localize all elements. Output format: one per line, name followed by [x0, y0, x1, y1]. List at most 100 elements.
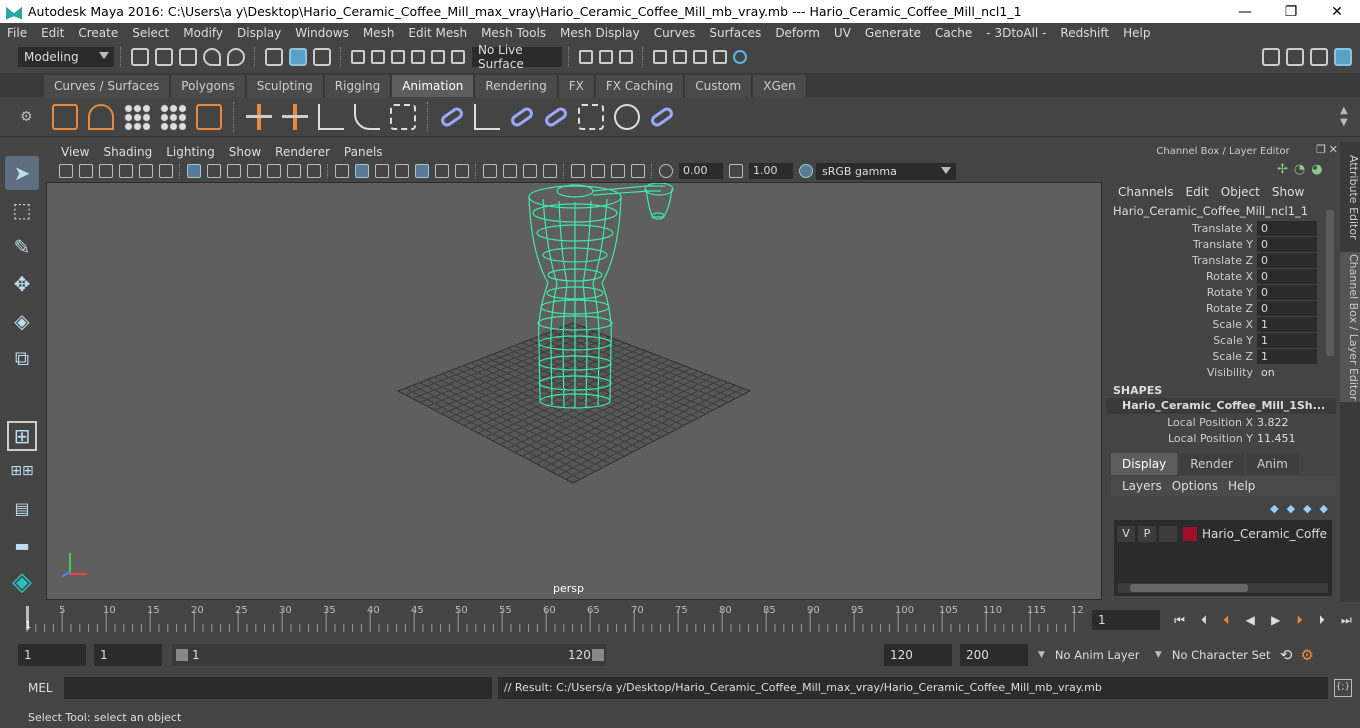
- screen-space-ao-icon[interactable]: [483, 164, 497, 178]
- range-slider[interactable]: 1 120: [172, 644, 606, 666]
- menu-deform[interactable]: Deform: [768, 26, 827, 40]
- single-perspective-layout-icon[interactable]: ⊞: [7, 421, 37, 451]
- shelf-scroll-icon[interactable]: ▲ ▼: [1340, 105, 1354, 129]
- move-layer-up-icon[interactable]: ◆: [1270, 502, 1278, 515]
- shelf-gear-icon[interactable]: ⚙: [20, 109, 40, 125]
- breakdown-key-icon[interactable]: [282, 103, 308, 130]
- go-to-start-icon[interactable]: ⏮: [1174, 613, 1185, 628]
- snap-curve-icon[interactable]: [371, 50, 385, 64]
- output-ops-icon[interactable]: [599, 50, 613, 64]
- select-component-icon[interactable]: [313, 48, 331, 66]
- tab-curves-surfaces[interactable]: Curves / Surfaces: [44, 75, 171, 97]
- exposure-field[interactable]: 0.00: [679, 163, 723, 179]
- film-gate-icon[interactable]: [207, 164, 221, 178]
- animation-preferences-icon[interactable]: ⚙: [1300, 646, 1313, 664]
- menu-uv[interactable]: UV: [827, 26, 858, 40]
- 2d-pan-zoom-icon[interactable]: [139, 164, 153, 178]
- range-handle-end[interactable]: [592, 649, 604, 661]
- viewport-menu-renderer[interactable]: Renderer: [268, 145, 337, 159]
- tab-display[interactable]: Display: [1111, 453, 1178, 475]
- attr-label[interactable]: Scale Z: [1106, 350, 1257, 363]
- attr-value[interactable]: 0: [1257, 252, 1317, 268]
- current-frame-field[interactable]: 1: [1092, 610, 1160, 630]
- anim-layer-dropdown[interactable]: No Anim Layer: [1048, 644, 1145, 666]
- color-management-icon[interactable]: [799, 164, 813, 178]
- toggle-attribute-editor-icon[interactable]: [1310, 48, 1328, 66]
- scale-constraint-icon[interactable]: [542, 104, 570, 129]
- start-time-field[interactable]: 1: [18, 644, 86, 666]
- playback-start-field[interactable]: 1: [94, 644, 162, 666]
- speed-icon[interactable]: ◔: [1294, 162, 1305, 180]
- safe-action-icon[interactable]: [287, 164, 301, 178]
- menu-redshift[interactable]: Redshift: [1053, 26, 1116, 40]
- render-settings-icon[interactable]: [693, 50, 707, 64]
- ik-handle-icon[interactable]: [318, 103, 344, 130]
- open-scene-icon[interactable]: [155, 48, 173, 66]
- field-chart-icon[interactable]: [267, 164, 281, 178]
- menu-curves[interactable]: Curves: [647, 26, 703, 40]
- selected-object-name[interactable]: Hario_Ceramic_Coffee_Mill_ncl1_1: [1106, 203, 1336, 220]
- create-animation-snapshot-icon[interactable]: [196, 103, 222, 130]
- tab-sculpting[interactable]: Sculpting: [246, 75, 324, 97]
- character-set-arrow-icon[interactable]: ▼: [1155, 650, 1162, 660]
- redo-icon[interactable]: [227, 48, 245, 66]
- grease-pencil-icon[interactable]: [159, 164, 173, 178]
- construction-history-icon[interactable]: [619, 50, 633, 64]
- new-layer-selected-icon[interactable]: ◆: [1320, 502, 1328, 515]
- channel-box-scrollbar[interactable]: [1326, 210, 1334, 356]
- step-forward-key-icon[interactable]: ⏵: [1297, 613, 1303, 628]
- list-item[interactable]: V P Hario_Ceramic_Coffee_M: [1114, 523, 1332, 545]
- menu-file[interactable]: File: [0, 26, 34, 40]
- close-button[interactable]: ✕: [1314, 0, 1360, 23]
- layer-color-swatch[interactable]: [1183, 527, 1197, 541]
- shape-attr-label[interactable]: Local Position X: [1106, 416, 1257, 429]
- outliner-layout-icon[interactable]: ▬: [5, 528, 39, 562]
- motion-trail-icon[interactable]: [88, 103, 114, 130]
- attr-value[interactable]: 0: [1257, 220, 1317, 236]
- wireframe-icon[interactable]: [335, 164, 349, 178]
- unghost-icon[interactable]: [160, 103, 186, 130]
- colorspace-dropdown[interactable]: sRGB gamma: [816, 162, 956, 180]
- multisample-aa-icon[interactable]: [523, 164, 537, 178]
- menu-mesh[interactable]: Mesh: [356, 26, 402, 40]
- cb-menu-channels[interactable]: Channels: [1112, 185, 1180, 199]
- viewport-menu-view[interactable]: View: [54, 145, 96, 159]
- play-forwards-icon[interactable]: ▶: [1271, 613, 1280, 627]
- float-panel-icon[interactable]: ❐: [1316, 143, 1326, 156]
- end-time-field[interactable]: 200: [960, 644, 1028, 666]
- attr-value[interactable]: 0: [1257, 284, 1317, 300]
- command-language-label[interactable]: MEL: [28, 681, 62, 695]
- viewport-menu-shading[interactable]: Shading: [96, 145, 159, 159]
- minimize-button[interactable]: —: [1222, 0, 1268, 23]
- camera-attributes-icon[interactable]: [79, 164, 93, 178]
- script-editor-icon[interactable]: {;}: [1334, 679, 1352, 697]
- image-plane-icon[interactable]: [119, 164, 133, 178]
- attr-label[interactable]: Translate Z: [1106, 254, 1257, 267]
- shape-attr-value[interactable]: 11.451: [1257, 432, 1296, 445]
- viewport-persp[interactable]: persp: [46, 182, 1102, 600]
- toggle-modeling-toolkit-icon[interactable]: [1286, 48, 1304, 66]
- attr-label[interactable]: Translate X: [1106, 222, 1257, 235]
- tab-fx-caching[interactable]: FX Caching: [595, 75, 685, 97]
- two-pane-layout-icon[interactable]: ▤: [5, 491, 39, 525]
- attr-value[interactable]: 1: [1257, 348, 1317, 364]
- le-menu-layers[interactable]: Layers: [1117, 479, 1167, 493]
- paint-select-tool-icon[interactable]: ✎: [5, 230, 39, 264]
- layer-playback-toggle[interactable]: P: [1138, 526, 1156, 542]
- attr-label[interactable]: Visibility: [1106, 366, 1257, 379]
- menu-select[interactable]: Select: [125, 26, 176, 40]
- attr-value[interactable]: 1: [1257, 332, 1317, 348]
- input-ops-icon[interactable]: [579, 50, 593, 64]
- viewport-menu-lighting[interactable]: Lighting: [159, 145, 222, 159]
- channel-box-tab[interactable]: Channel Box / Layer Editor: [1340, 252, 1360, 402]
- cb-menu-show[interactable]: Show: [1266, 185, 1310, 199]
- menu-3dtoall[interactable]: - 3DtoAll -: [979, 26, 1053, 40]
- step-forward-frame-icon[interactable]: ⏵: [1319, 613, 1325, 628]
- tab-anim[interactable]: Anim: [1245, 453, 1299, 475]
- menu-surfaces[interactable]: Surfaces: [702, 26, 768, 40]
- attr-label[interactable]: Rotate Y: [1106, 286, 1257, 299]
- save-scene-icon[interactable]: [179, 48, 197, 66]
- shape-attr-value[interactable]: 3.822: [1257, 416, 1289, 429]
- pole-vector-constraint-icon[interactable]: [614, 103, 640, 130]
- render-view-icon[interactable]: [733, 50, 747, 64]
